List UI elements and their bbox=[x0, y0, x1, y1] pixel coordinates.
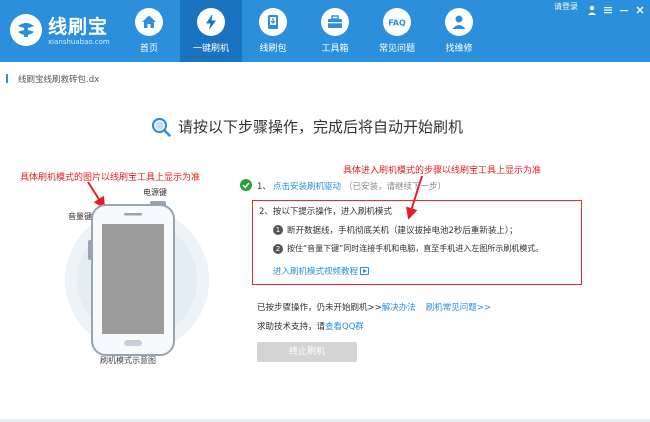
phone-caption: 刷机模式示意图 bbox=[100, 356, 156, 365]
step-num-2: 2 bbox=[273, 244, 283, 254]
volume-key-label: 音量键 bbox=[68, 212, 92, 221]
step-2-item-1: 断开数据线，手机彻底关机（建议拔掉电池2秒后重新装上）； bbox=[287, 226, 518, 236]
step-1-number: 1、 bbox=[257, 182, 271, 192]
faq-link[interactable]: 刷机常见问题>> bbox=[426, 303, 491, 313]
step-2-title: 2、按以下提示操作，进入刷机模式 bbox=[259, 207, 392, 217]
video-tutorial-link[interactable]: 进入刷机模式视频教程 bbox=[273, 265, 370, 277]
install-driver-link[interactable]: 点击安装刷机驱动 bbox=[273, 180, 341, 192]
support-prefix: 求助技术支持，请 bbox=[257, 322, 326, 332]
stop-flash-button[interactable]: 终止刷机 bbox=[257, 342, 357, 362]
video-icon bbox=[360, 267, 370, 275]
step-2-box: 2、按以下提示操作，进入刷机模式 1 断开数据线，手机彻底关机（建议拔掉电池2秒… bbox=[252, 200, 582, 285]
help-line-2: 求助技术支持，请查看QQ群 bbox=[257, 320, 364, 332]
solution-link[interactable]: 解决办法 bbox=[382, 303, 416, 313]
step-num-1: 1 bbox=[273, 225, 283, 235]
video-tutorial-label: 进入刷机模式视频教程 bbox=[273, 267, 359, 277]
help-line-1: 已按步骤操作，仍未开始刷机>>解决办法 刷机常见问题>> bbox=[257, 301, 491, 313]
check-icon bbox=[240, 179, 252, 191]
qq-group-link[interactable]: 查看QQ群 bbox=[325, 322, 364, 332]
step-2-item-2: 按住“音量下键”同时连接手机和电脑，直至手机进入左图所示刷机模式。 bbox=[287, 244, 544, 253]
phone-illustration bbox=[62, 180, 212, 370]
step-1-hint: （已安装，请继续下一步） bbox=[344, 182, 447, 192]
not-started-text: 已按步骤操作，仍未开始刷机>> bbox=[257, 303, 382, 313]
power-key-label: 电源键 bbox=[143, 188, 167, 197]
